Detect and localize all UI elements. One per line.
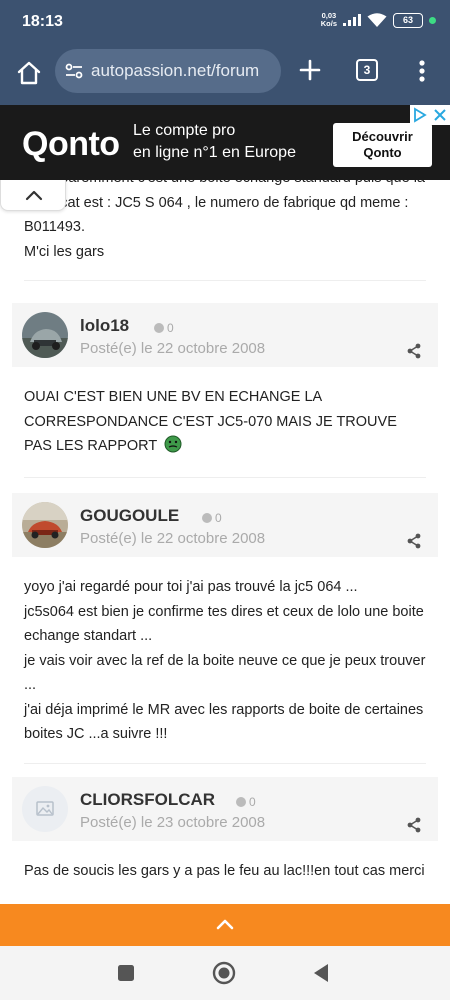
signal-icon bbox=[343, 14, 361, 26]
chevron-up-icon bbox=[25, 190, 43, 201]
network-speed-unit: Ko/s bbox=[320, 19, 337, 28]
avatar[interactable] bbox=[22, 786, 68, 832]
post-header: lolo18 0 Posté(e) le 22 octobre 2008 bbox=[12, 303, 438, 367]
post-author[interactable]: lolo18 bbox=[80, 316, 129, 336]
forum-thread: ...t apparemment c'est une boite echange… bbox=[0, 180, 450, 904]
post-paragraph: yoyo j'ai regardé pour toi j'ai pas trou… bbox=[24, 579, 358, 595]
post-divider bbox=[24, 762, 426, 764]
post-paragraph: OUAI C'EST BIEN UNE BV EN ECHANGE LA COR… bbox=[24, 385, 426, 459]
reputation-count: 0 bbox=[249, 795, 256, 809]
more-options-icon[interactable] bbox=[414, 58, 430, 84]
privacy-indicator-icon bbox=[429, 16, 436, 24]
post-divider bbox=[24, 280, 426, 281]
reputation-badge: 0 bbox=[202, 511, 222, 525]
forum-post: lolo18 0 Posté(e) le 22 octobre 2008 OUA… bbox=[12, 303, 438, 478]
battery-level: 63 bbox=[402, 15, 413, 25]
post-author[interactable]: CLIORSFOLCAR bbox=[80, 790, 215, 810]
post-header: GOUGOULE 0 Posté(e) le 22 octobre 2008 bbox=[12, 493, 438, 557]
post-text: OUAI C'EST BIEN UNE BV EN ECHANGE LA COR… bbox=[24, 389, 397, 454]
share-icon[interactable] bbox=[406, 533, 422, 549]
ad-close-icon[interactable] bbox=[432, 107, 448, 123]
network-speed: 0,03 Ko/s bbox=[321, 12, 337, 28]
chevron-up-icon bbox=[216, 919, 234, 930]
post-paragraph: je vais voir avec la ref de la boite neu… bbox=[24, 652, 426, 694]
reputation-count: 0 bbox=[215, 511, 222, 525]
reputation-badge: 0 bbox=[154, 321, 174, 335]
battery-icon: 63 bbox=[393, 12, 423, 28]
post-paragraph: ...t apparemment c'est une boite echange… bbox=[24, 180, 425, 235]
post-paragraph: jc5s064 est bien je confirme tes dires e… bbox=[24, 603, 424, 645]
post-header: CLIORSFOLCAR 0 Posté(e) le 23 octobre 20… bbox=[12, 777, 438, 841]
url-text: autopassion.net/forum bbox=[91, 61, 260, 80]
ad-info-icon[interactable] bbox=[411, 106, 429, 124]
reputation-dot-icon bbox=[236, 797, 246, 807]
ad-cta-button[interactable]: Découvrir Qonto bbox=[333, 123, 432, 167]
scroll-to-top-button[interactable] bbox=[0, 904, 450, 946]
ad-text: Le compte pro en ligne n°1 en Europe bbox=[133, 120, 296, 164]
avatar[interactable] bbox=[22, 502, 68, 548]
forum-post: GOUGOULE 0 Posté(e) le 22 octobre 2008 y… bbox=[12, 493, 438, 764]
status-time: 18:13 bbox=[22, 13, 63, 30]
new-tab-icon[interactable] bbox=[299, 59, 321, 81]
post-divider bbox=[24, 476, 426, 478]
post-paragraph: M'ci les gars bbox=[24, 243, 105, 260]
ad-text-line1: Le compte pro bbox=[133, 122, 236, 139]
post-paragraph: j'ai déja imprimé le MR avec les rapport… bbox=[24, 701, 424, 743]
share-icon[interactable] bbox=[406, 817, 422, 833]
recent-apps-icon[interactable] bbox=[117, 964, 135, 982]
collapse-ad-button[interactable] bbox=[0, 180, 66, 211]
ad-text-line2: en ligne n°1 en Europe bbox=[133, 144, 296, 161]
forum-post: ...t apparemment c'est une boite echange… bbox=[12, 180, 438, 281]
wifi-icon bbox=[367, 13, 387, 27]
ad-logo: Qonto bbox=[22, 125, 120, 163]
post-date[interactable]: Posté(e) le 22 octobre 2008 bbox=[80, 340, 265, 357]
home-icon[interactable] bbox=[16, 60, 42, 86]
post-author[interactable]: GOUGOULE bbox=[80, 506, 179, 526]
status-icons: 0,03 Ko/s 63 bbox=[321, 12, 436, 28]
address-bar[interactable]: autopassion.net/forum bbox=[55, 49, 281, 93]
status-bar: 18:13 0,03 Ko/s 63 bbox=[0, 0, 450, 44]
post-paragraph: Pas de soucis les gars y a pas le feu au… bbox=[24, 863, 425, 879]
ad-cta-line1: Découvrir bbox=[352, 129, 413, 144]
tab-switcher-button[interactable]: 3 bbox=[356, 59, 378, 81]
ad-cta-line2: Qonto bbox=[363, 145, 402, 160]
post-body: Pas de soucis les gars y a pas le feu au… bbox=[12, 841, 438, 884]
home-nav-icon[interactable] bbox=[212, 961, 236, 985]
post-body: yoyo j'ai regardé pour toi j'ai pas trou… bbox=[12, 557, 438, 747]
ad-choices[interactable] bbox=[410, 105, 450, 125]
sick-emoji-icon bbox=[164, 435, 182, 453]
reputation-badge: 0 bbox=[236, 795, 256, 809]
reputation-dot-icon bbox=[154, 323, 164, 333]
system-nav-bar bbox=[0, 946, 450, 1000]
site-settings-icon[interactable] bbox=[65, 62, 83, 80]
browser-toolbar: autopassion.net/forum 3 bbox=[0, 44, 450, 105]
avatar[interactable] bbox=[22, 312, 68, 358]
forum-post: CLIORSFOLCAR 0 Posté(e) le 23 octobre 20… bbox=[12, 777, 438, 884]
ad-banner[interactable]: Qonto Le compte pro en ligne n°1 en Euro… bbox=[0, 105, 450, 180]
post-body: ...t apparemment c'est une boite echange… bbox=[12, 180, 438, 264]
post-body: OUAI C'EST BIEN UNE BV EN ECHANGE LA COR… bbox=[12, 367, 438, 459]
back-icon[interactable] bbox=[312, 963, 330, 983]
post-date[interactable]: Posté(e) le 23 octobre 2008 bbox=[80, 814, 265, 831]
share-icon[interactable] bbox=[406, 343, 422, 359]
post-date[interactable]: Posté(e) le 22 octobre 2008 bbox=[80, 530, 265, 547]
reputation-dot-icon bbox=[202, 513, 212, 523]
reputation-count: 0 bbox=[167, 321, 174, 335]
image-placeholder-icon bbox=[36, 801, 54, 816]
